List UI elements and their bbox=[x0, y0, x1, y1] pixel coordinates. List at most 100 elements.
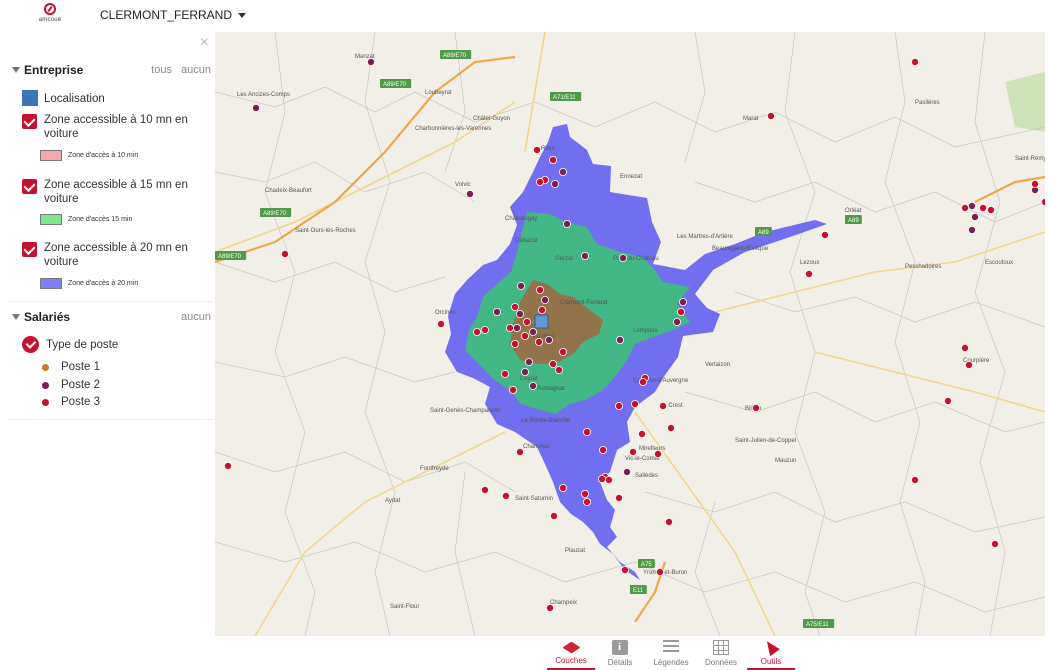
layer-checkbox[interactable] bbox=[22, 114, 37, 129]
employee-dot[interactable] bbox=[672, 317, 681, 326]
employee-dot[interactable] bbox=[620, 566, 629, 575]
employee-dot[interactable] bbox=[638, 377, 647, 386]
employee-dot[interactable] bbox=[821, 230, 830, 239]
employee-dot[interactable] bbox=[554, 365, 563, 374]
employee-dot[interactable] bbox=[752, 403, 761, 412]
employee-dot[interactable] bbox=[666, 423, 675, 432]
employee-dot[interactable] bbox=[558, 347, 567, 356]
checked-circle-icon[interactable] bbox=[22, 336, 39, 353]
employee-dot[interactable] bbox=[628, 447, 637, 456]
employee-dot[interactable] bbox=[582, 427, 591, 436]
employee-dot[interactable] bbox=[615, 335, 624, 344]
employee-dot[interactable] bbox=[522, 317, 531, 326]
employee-dot[interactable] bbox=[524, 357, 533, 366]
section-header-salaries[interactable]: Salariés aucun bbox=[0, 307, 215, 329]
employee-dot[interactable] bbox=[658, 401, 667, 410]
toolbar-details-button[interactable]: Détails bbox=[594, 640, 646, 670]
employee-dot[interactable] bbox=[366, 57, 375, 66]
section-header-entreprise[interactable]: Entreprise tous aucun bbox=[0, 60, 215, 82]
employee-dot[interactable] bbox=[630, 399, 639, 408]
layer-localisation[interactable]: Localisation bbox=[22, 90, 212, 108]
employee-dot[interactable] bbox=[987, 205, 996, 214]
employee-dot[interactable] bbox=[965, 360, 974, 369]
employee-dot[interactable] bbox=[508, 385, 517, 394]
employee-dot[interactable] bbox=[535, 285, 544, 294]
layer-zone-15[interactable]: Zone accessible à 15 mn en voiture bbox=[22, 178, 212, 208]
employee-dot[interactable] bbox=[492, 307, 501, 316]
layer-type-de-poste[interactable]: Type de poste bbox=[22, 336, 212, 356]
toolbar-outils-button[interactable]: Outils bbox=[745, 637, 797, 670]
employee-dot[interactable] bbox=[580, 251, 589, 260]
toolbar-donnees-button[interactable]: Données bbox=[695, 640, 747, 670]
employee-dot[interactable] bbox=[968, 225, 977, 234]
employee-dot[interactable] bbox=[614, 401, 623, 410]
employee-dot[interactable] bbox=[991, 539, 1000, 548]
employee-dot[interactable] bbox=[618, 253, 627, 262]
employee-dot[interactable] bbox=[436, 319, 445, 328]
employee-dot[interactable] bbox=[961, 343, 970, 352]
employee-dot[interactable] bbox=[528, 381, 537, 390]
employee-dot[interactable] bbox=[223, 461, 232, 470]
employee-dot[interactable] bbox=[540, 295, 549, 304]
employee-dot[interactable] bbox=[597, 474, 606, 483]
employee-dot[interactable] bbox=[911, 475, 920, 484]
employee-dot[interactable] bbox=[534, 337, 543, 346]
employee-dot[interactable] bbox=[580, 489, 589, 498]
employee-dot[interactable] bbox=[548, 359, 557, 368]
employee-dot[interactable] bbox=[510, 339, 519, 348]
employee-dot[interactable] bbox=[528, 327, 537, 336]
map-svg[interactable]: ManzatLes Ancizes-Comps LoubeyratCharbonn… bbox=[215, 32, 1045, 636]
employee-dot[interactable] bbox=[637, 429, 646, 438]
close-icon[interactable]: × bbox=[200, 34, 209, 52]
employee-dot[interactable] bbox=[1031, 179, 1040, 188]
employee-dot[interactable] bbox=[515, 309, 524, 318]
toolbar-couches-button[interactable]: Couches bbox=[545, 640, 597, 670]
employee-dot[interactable] bbox=[480, 485, 489, 494]
employee-dot[interactable] bbox=[598, 445, 607, 454]
employee-dot[interactable] bbox=[558, 167, 567, 176]
employee-dot[interactable] bbox=[532, 146, 541, 155]
employee-dot[interactable] bbox=[604, 475, 613, 484]
employee-dot[interactable] bbox=[544, 335, 553, 344]
employee-dot[interactable] bbox=[510, 302, 519, 311]
employee-dot[interactable] bbox=[805, 269, 814, 278]
employee-dot[interactable] bbox=[549, 511, 558, 520]
select-none-link[interactable]: aucun bbox=[181, 311, 211, 323]
employee-dot[interactable] bbox=[653, 449, 662, 458]
employee-dot[interactable] bbox=[516, 281, 525, 290]
employee-dot[interactable] bbox=[472, 327, 481, 336]
employee-dot[interactable] bbox=[944, 396, 953, 405]
employee-dot[interactable] bbox=[664, 517, 673, 526]
employee-dot[interactable] bbox=[252, 104, 261, 113]
employee-dot[interactable] bbox=[979, 203, 988, 212]
employee-dot[interactable] bbox=[465, 189, 474, 198]
employee-dot[interactable] bbox=[537, 305, 546, 314]
select-none-link[interactable]: aucun bbox=[181, 64, 211, 76]
collapse-arrow-icon[interactable] bbox=[12, 314, 20, 320]
employee-dot[interactable] bbox=[1041, 198, 1045, 206]
employee-dot[interactable] bbox=[622, 467, 631, 476]
app-logo[interactable]: amcoue bbox=[30, 3, 70, 29]
map-canvas[interactable]: Manzat Les Ancizes-Comps Loubeyrat Charbonn… bbox=[215, 32, 1045, 636]
employee-dot[interactable] bbox=[512, 323, 521, 332]
employee-dot[interactable] bbox=[655, 568, 664, 577]
toolbar-legendes-button[interactable]: Légendes bbox=[645, 640, 697, 670]
employee-dot[interactable] bbox=[558, 483, 567, 492]
city-selector[interactable]: CLERMONT_FERRAND bbox=[100, 8, 247, 22]
employee-dot[interactable] bbox=[520, 331, 529, 340]
collapse-arrow-icon[interactable] bbox=[12, 67, 20, 73]
company-location-marker[interactable] bbox=[534, 314, 549, 329]
layer-zone-20[interactable]: Zone accessible à 20 mn en voiture bbox=[22, 241, 212, 271]
employee-dot[interactable] bbox=[961, 203, 970, 212]
employee-dot[interactable] bbox=[767, 112, 776, 121]
employee-dot[interactable] bbox=[911, 57, 920, 66]
employee-dot[interactable] bbox=[678, 297, 687, 306]
employee-dot[interactable] bbox=[520, 367, 529, 376]
layer-zone-10[interactable]: Zone accessible à 10 mn en voiture bbox=[22, 113, 212, 143]
employee-dot[interactable] bbox=[505, 323, 514, 332]
employee-dot[interactable] bbox=[545, 604, 554, 613]
employee-dot[interactable] bbox=[515, 447, 524, 456]
employee-dot[interactable] bbox=[550, 179, 559, 188]
employee-dot[interactable] bbox=[548, 156, 557, 165]
employee-dot[interactable] bbox=[535, 177, 544, 186]
